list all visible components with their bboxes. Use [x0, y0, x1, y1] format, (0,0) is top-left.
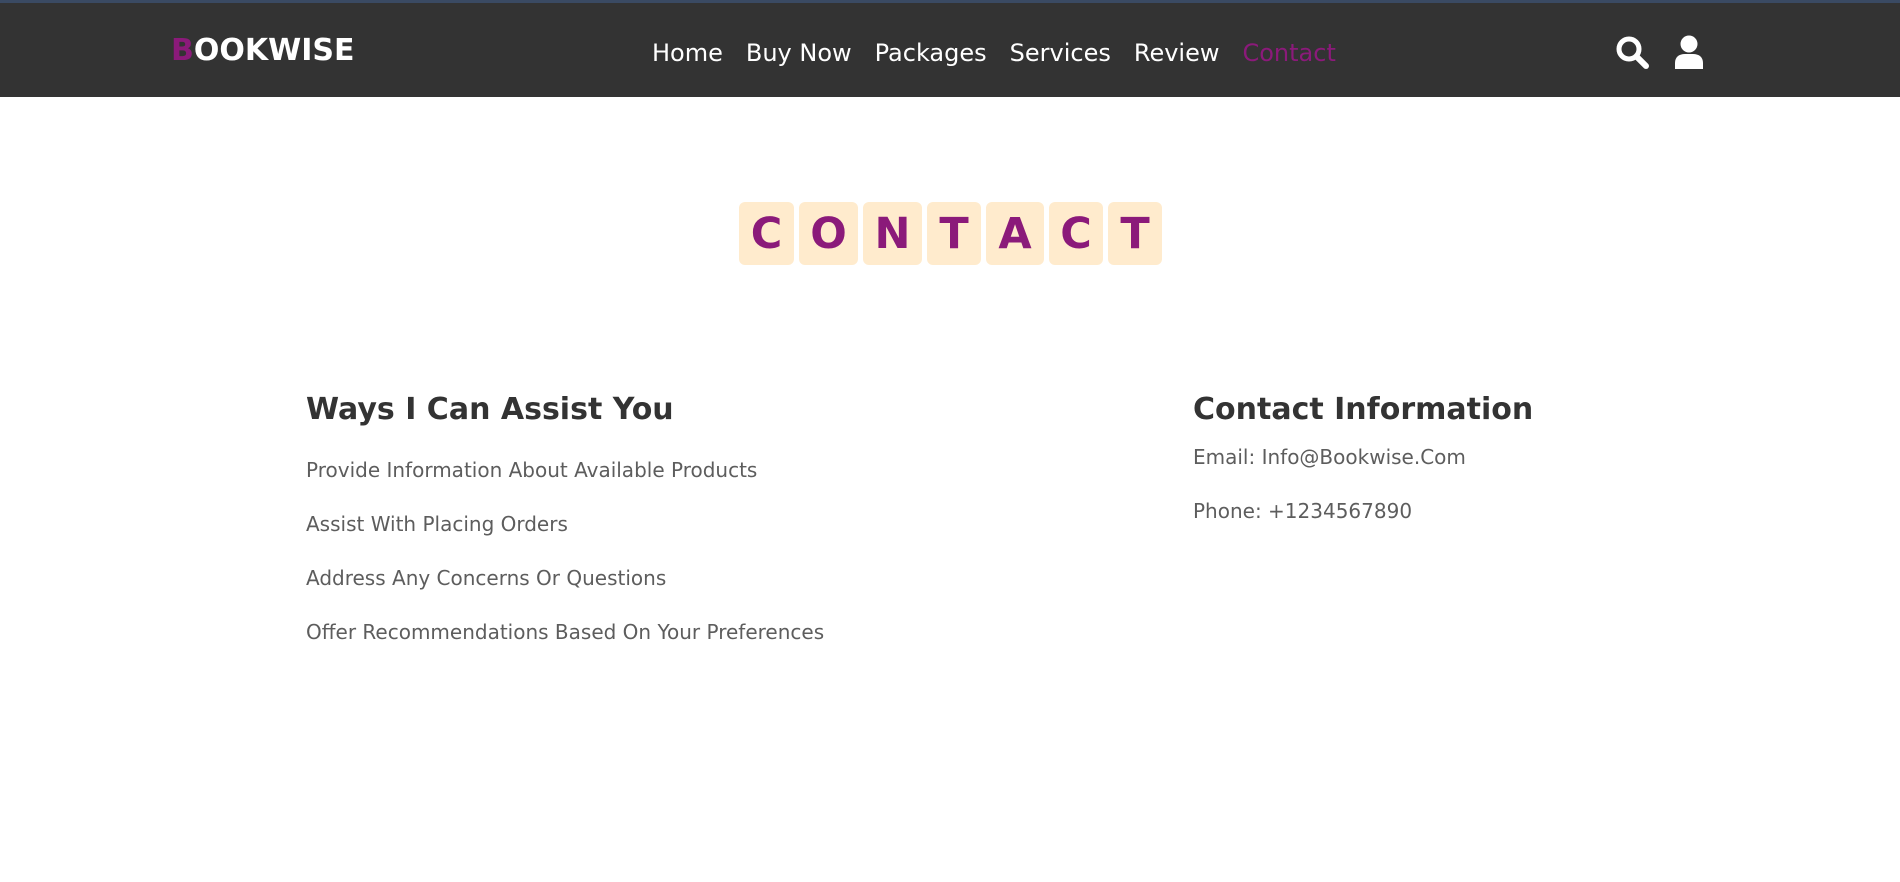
nav-home[interactable]: Home: [652, 33, 723, 73]
heading-letter: O: [799, 202, 858, 265]
assist-item: Assist With Placing Orders: [306, 512, 568, 536]
assist-item: Address Any Concerns Or Questions: [306, 566, 667, 590]
heading-letter: C: [1049, 202, 1103, 265]
contact-email: Email: Info@Bookwise.Com: [1193, 445, 1466, 469]
heading-letter: A: [986, 202, 1044, 265]
nav-buy-now[interactable]: Buy Now: [746, 33, 852, 73]
main-nav: Home Buy Now Packages Services Review Co…: [652, 33, 1359, 73]
logo-first-letter: B: [171, 33, 194, 68]
user-button[interactable]: [1671, 34, 1707, 70]
search-icon: [1616, 36, 1649, 69]
nav-contact[interactable]: Contact: [1242, 33, 1335, 73]
nav-services[interactable]: Services: [1010, 33, 1111, 73]
logo-link[interactable]: BOOKWISE: [171, 31, 354, 71]
heading-letter: C: [739, 202, 794, 265]
assist-item: Provide Information About Available Prod…: [306, 458, 758, 482]
heading-letter: T: [1108, 202, 1162, 265]
contact-phone: Phone: +1234567890: [1193, 499, 1413, 523]
navbar: BOOKWISE Home Buy Now Packages Services …: [0, 3, 1900, 97]
logo-text: OOKWISE: [193, 33, 355, 68]
search-button[interactable]: [1614, 34, 1650, 70]
heading-letter: N: [863, 202, 922, 265]
nav-packages[interactable]: Packages: [875, 33, 987, 73]
contact-heading: C O N T A C T: [739, 202, 1162, 265]
assist-item: Offer Recommendations Based On Your Pref…: [306, 620, 825, 644]
user-icon: [1675, 35, 1703, 69]
assist-title: Ways I Can Assist You: [306, 392, 674, 427]
nav-review[interactable]: Review: [1134, 33, 1220, 73]
heading-letter: T: [927, 202, 981, 265]
contact-title: Contact Information: [1193, 392, 1534, 427]
